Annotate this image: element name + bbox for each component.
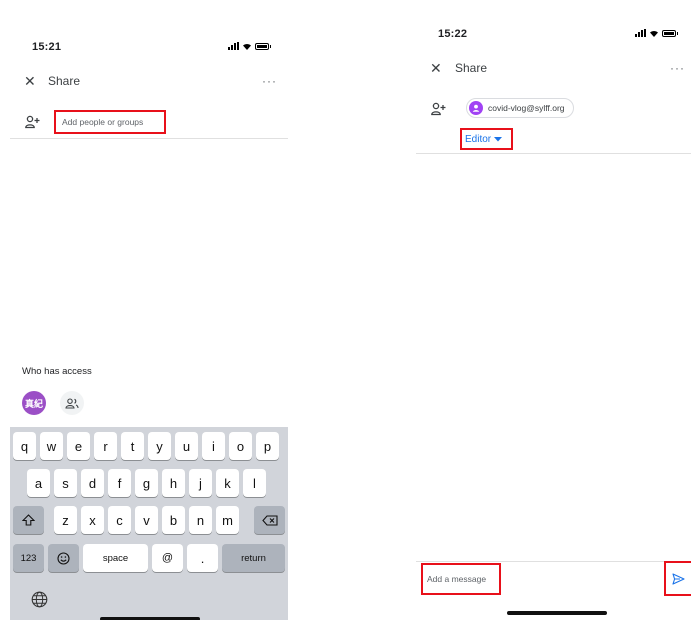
shift-key[interactable] [13, 506, 44, 534]
key-u[interactable]: u [175, 432, 198, 460]
recipient-email: covid-vlog@sylff.org [488, 103, 565, 113]
key-o[interactable]: o [229, 432, 252, 460]
key-w[interactable]: w [40, 432, 63, 460]
key-f[interactable]: f [108, 469, 131, 497]
key-e[interactable]: e [67, 432, 90, 460]
avatar[interactable]: 真紀 [22, 391, 46, 415]
role-dropdown[interactable]: Editor [460, 128, 513, 150]
person-add-icon [431, 102, 446, 116]
backspace-key[interactable] [254, 506, 285, 534]
status-time: 15:21 [32, 41, 62, 53]
account-circle-icon [469, 101, 483, 115]
divider [10, 138, 288, 139]
page-title: Share [48, 74, 81, 88]
battery-icon [255, 42, 271, 50]
divider [416, 153, 691, 154]
key-g[interactable]: g [135, 469, 158, 497]
key-m[interactable]: m [216, 506, 239, 534]
wifi-icon [243, 43, 251, 50]
key-b[interactable]: b [162, 506, 185, 534]
role-label: Editor [465, 133, 492, 145]
key-z[interactable]: z [54, 506, 77, 534]
return-key[interactable]: return [222, 544, 285, 572]
more-options-icon[interactable]: ··· [262, 74, 277, 88]
divider [416, 561, 691, 562]
key-i[interactable]: i [202, 432, 225, 460]
globe-icon[interactable] [31, 591, 48, 608]
more-options-icon[interactable]: ··· [670, 61, 685, 75]
home-indicator [507, 611, 607, 615]
key-p[interactable]: p [256, 432, 279, 460]
dot-key[interactable]: . [187, 544, 218, 572]
close-icon[interactable]: ✕ [430, 61, 442, 75]
person-add-icon [25, 115, 40, 129]
key-s[interactable]: s [54, 469, 77, 497]
page-title: Share [455, 61, 488, 75]
key-r[interactable]: r [94, 432, 117, 460]
status-time: 15:22 [438, 28, 468, 40]
group-icon[interactable] [60, 391, 84, 415]
caret-down-icon [494, 136, 503, 141]
key-q[interactable]: q [13, 432, 36, 460]
signal-icon [228, 42, 239, 50]
right-phone-screen: 15:22 ✕ Share ··· covid-vlog@sylff.org E… [400, 0, 691, 620]
numbers-key[interactable]: 123 [13, 544, 44, 572]
message-input[interactable]: Add a message [421, 563, 501, 595]
send-icon [672, 572, 685, 585]
at-key[interactable]: @ [152, 544, 183, 572]
onscreen-keyboard: q w e r t y u i o p a s d f g h j k l z … [10, 427, 288, 620]
close-icon[interactable]: ✕ [24, 74, 36, 88]
wifi-icon [650, 30, 658, 37]
emoji-icon [57, 551, 70, 565]
left-phone-screen: 15:21 ✕ Share ··· Add people or groups W… [0, 0, 300, 620]
emoji-key[interactable] [48, 544, 79, 572]
add-people-input[interactable]: Add people or groups [54, 110, 166, 134]
status-icons [635, 29, 678, 37]
key-y[interactable]: y [148, 432, 171, 460]
battery-icon [662, 29, 678, 37]
key-c[interactable]: c [108, 506, 131, 534]
space-key[interactable]: space [83, 544, 148, 572]
key-k[interactable]: k [216, 469, 239, 497]
key-l[interactable]: l [243, 469, 266, 497]
key-j[interactable]: j [189, 469, 212, 497]
key-v[interactable]: v [135, 506, 158, 534]
who-has-access-heading: Who has access [22, 366, 92, 377]
key-n[interactable]: n [189, 506, 212, 534]
key-t[interactable]: t [121, 432, 144, 460]
status-icons [228, 42, 271, 50]
recipient-chip[interactable]: covid-vlog@sylff.org [466, 98, 574, 118]
signal-icon [635, 29, 646, 37]
backspace-icon [261, 514, 278, 526]
send-button[interactable] [664, 561, 691, 596]
key-d[interactable]: d [81, 469, 104, 497]
key-a[interactable]: a [27, 469, 50, 497]
key-x[interactable]: x [81, 506, 104, 534]
key-h[interactable]: h [162, 469, 185, 497]
shift-icon [22, 514, 35, 526]
